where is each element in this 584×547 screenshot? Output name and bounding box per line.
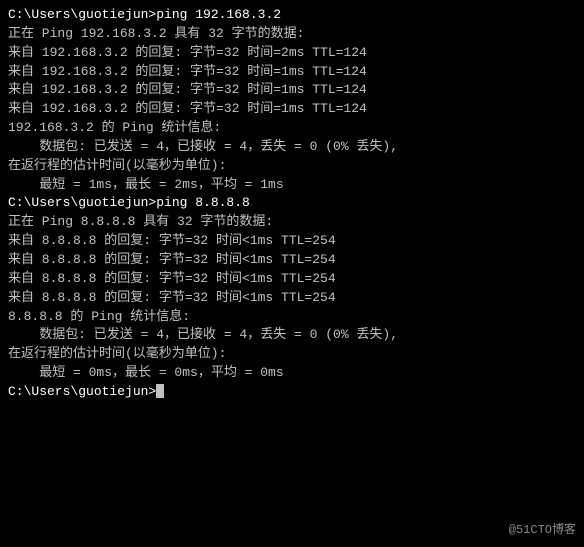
terminal-line: 来自 8.8.8.8 的回复: 字节=32 时间<1ms TTL=254 (8, 251, 576, 270)
terminal-window: C:\Users\guotiejun>ping 192.168.3.2正在 Pi… (0, 0, 584, 547)
terminal-line: 数据包: 已发送 = 4，已接收 = 4，丢失 = 0 (0% 丢失), (8, 326, 576, 345)
terminal-line: C:\Users\guotiejun> (8, 383, 576, 402)
terminal-line: 来自 8.8.8.8 的回复: 字节=32 时间<1ms TTL=254 (8, 270, 576, 289)
terminal-line: 在返行程的估计时间(以毫秒为单位): (8, 345, 576, 364)
terminal-line: 正在 Ping 8.8.8.8 具有 32 字节的数据: (8, 213, 576, 232)
terminal-line: C:\Users\guotiejun>ping 192.168.3.2 (8, 6, 576, 25)
terminal-line: 来自 192.168.3.2 的回复: 字节=32 时间=1ms TTL=124 (8, 63, 576, 82)
watermark: @51CTO博客 (509, 520, 576, 537)
terminal-line: 192.168.3.2 的 Ping 统计信息: (8, 119, 576, 138)
terminal-line: 在返行程的估计时间(以毫秒为单位): (8, 157, 576, 176)
terminal-line: 正在 Ping 192.168.3.2 具有 32 字节的数据: (8, 25, 576, 44)
cursor (156, 384, 164, 398)
terminal-line: 来自 192.168.3.2 的回复: 字节=32 时间=2ms TTL=124 (8, 44, 576, 63)
terminal-line: 最短 = 1ms，最长 = 2ms，平均 = 1ms (8, 176, 576, 195)
terminal-line: 来自 192.168.3.2 的回复: 字节=32 时间=1ms TTL=124 (8, 81, 576, 100)
terminal-line: 最短 = 0ms，最长 = 0ms，平均 = 0ms (8, 364, 576, 383)
terminal-line: 8.8.8.8 的 Ping 统计信息: (8, 308, 576, 327)
terminal-line: 来自 8.8.8.8 的回复: 字节=32 时间<1ms TTL=254 (8, 289, 576, 308)
terminal-line: 来自 8.8.8.8 的回复: 字节=32 时间<1ms TTL=254 (8, 232, 576, 251)
terminal-line: 来自 192.168.3.2 的回复: 字节=32 时间=1ms TTL=124 (8, 100, 576, 119)
terminal-line: C:\Users\guotiejun>ping 8.8.8.8 (8, 194, 576, 213)
terminal-line: 数据包: 已发送 = 4，已接收 = 4，丢失 = 0 (0% 丢失), (8, 138, 576, 157)
terminal-output: C:\Users\guotiejun>ping 192.168.3.2正在 Pi… (8, 6, 576, 402)
